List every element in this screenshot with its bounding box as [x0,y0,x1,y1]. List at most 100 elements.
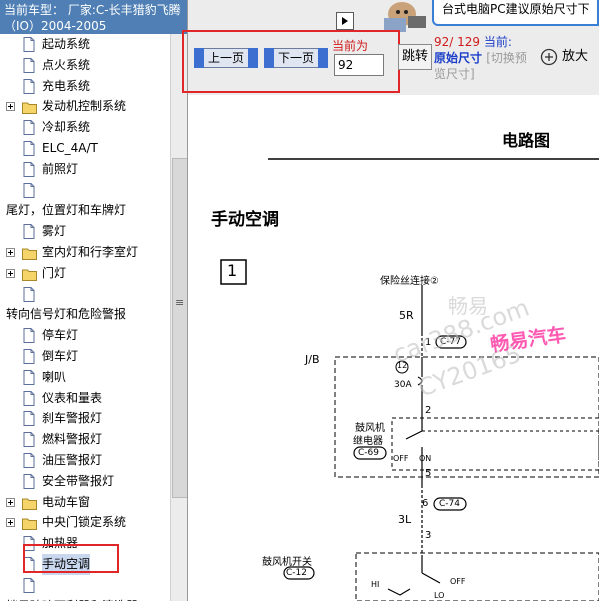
document-icon [23,37,35,52]
tree-item[interactable] [0,284,170,305]
document-icon [23,369,35,385]
switch-lo-label: LO [434,591,445,600]
tree-item-label: 电动车窗 [42,494,91,509]
jb-label: J/B [305,353,320,366]
tree-item-label: 发动机控制系统 [42,99,127,114]
mascot-image [358,0,432,34]
tree-item[interactable] [0,180,170,201]
tree-item-label: 中央门锁定系统 [42,515,127,530]
tree-item[interactable]: 发动机控制系统 [0,96,170,117]
panel-toggle-button[interactable] [336,12,354,30]
expand-icon[interactable] [6,248,15,257]
pin-3-label: 3 [425,530,432,541]
connector-c74-label: C-74 [439,499,460,509]
document-icon [23,161,35,177]
current-page-label: 当前为 [332,39,369,53]
tree-item[interactable]: 油压警报灯 [0,450,170,471]
tree-item[interactable] [0,575,170,596]
tree-item[interactable]: 中央门锁定系统 [0,512,170,533]
tree-item[interactable]: 倒车灯 [0,346,170,367]
tree-item[interactable]: 前照灯 [0,159,170,180]
tree-item[interactable]: 雾灯 [0,221,170,242]
current-prefix: 当前: [483,35,512,49]
tree-item-label: 喇叭 [42,369,67,384]
wire-3l-label: 3L [398,513,412,526]
zoom-in-button[interactable]: 放大 [534,44,599,70]
app-window: 当前车型： 厂家:C-长丰猎豹飞腾（IO）2004-2005 起动系统点火系统充… [0,0,599,601]
document-icon [23,411,35,427]
fuse-link-label: 保险丝连接② [380,276,439,287]
view-mode: 原始尺寸 [切换预览尺寸] [434,50,530,82]
switch-hi-label: HI [371,580,380,589]
page-number-input[interactable] [334,54,384,76]
zoom-in-icon [540,48,558,66]
page-count: 92/ 129 [434,35,481,49]
tree-item-label: 冷却系统 [42,120,91,135]
tree-item[interactable]: 仪表和量表 [0,388,170,409]
tree-item[interactable]: ELC_4A/T [0,138,170,159]
tree-item-label: 刹车警报灯 [42,411,103,426]
tree-item-label: 油压警报灯 [42,453,103,467]
tree-item-label: 前照灯 [42,161,79,176]
circuit-diagram-view[interactable]: 电路图 手动空调 1 保险丝连接② 5R 1 C-77 J/B 12 30A 2… [190,95,599,601]
tree-item[interactable]: 冷却系统 [0,117,170,138]
tree-item-label: 门灯 [42,265,67,280]
tree-item[interactable]: 喇叭 [0,367,170,388]
relay-off-label: OFF [393,454,409,463]
tree-item[interactable]: 门灯 [0,263,170,284]
tree-item[interactable]: 室内灯和行李室灯 [0,242,170,263]
zoom-label: 放大 [562,49,589,64]
current-car-model-header: 当前车型： 厂家:C-长丰猎豹飞腾（IO）2004-2005 [0,0,187,34]
tree-item[interactable]: 安全带警报灯 [0,471,170,492]
document-icon [23,141,35,156]
pin-5-label: 5 [425,468,432,479]
tree-item-label: 雾灯 [42,224,67,239]
relay-on-label: ON [419,454,432,463]
page-info: 92/ 129 当前: [434,34,530,50]
fuse-amp-label: 30A [394,380,412,390]
prev-page-button[interactable]: 上一页 [194,48,258,68]
box-number: 1 [227,261,238,280]
document-icon [23,473,35,489]
tree-item[interactable]: 燃料警报灯 [0,429,170,450]
document-icon [23,453,35,468]
document-icon [23,57,35,73]
system-tree[interactable]: 起动系统点火系统 充电系统发动机控制系统 冷却系统 ELC_4A/T 前照灯尾灯，位置灯… [0,34,170,601]
tree-item[interactable]: 尾灯，位置灯和车牌灯 [0,200,170,221]
tree-item[interactable]: 停车灯 [0,325,170,346]
tree-item-label: 起动系统 [42,37,91,51]
tree-item[interactable]: 充电系统 [0,76,170,97]
document-icon [23,120,35,136]
expand-icon[interactable] [6,497,15,507]
expand-icon[interactable] [6,102,15,112]
tree-item[interactable]: 起动系统 [0,34,170,55]
tree-item[interactable]: 刹车警报灯 [0,408,170,429]
document-icon [23,286,35,302]
selected-item-highlight [23,544,119,573]
tree-item-label: 挡风玻璃雨刮器和清洗器 [6,596,138,601]
folder-icon [22,267,37,281]
tree-item-label: 停车灯 [42,328,79,343]
tree-item[interactable]: 电动车窗 [0,492,170,513]
folder-icon [22,246,37,260]
tree-item[interactable]: 挡风玻璃雨刮器和清洗器 [0,596,170,601]
jump-button[interactable]: 跳转 [398,44,432,70]
tree-item[interactable]: 点火系统 [0,55,170,76]
document-icon [23,224,35,240]
expand-icon[interactable] [6,518,15,528]
section-title: 手动空调 [211,210,279,230]
next-page-button[interactable]: 下一页 [264,48,328,68]
folder-icon [22,516,37,531]
tree-scrollbar[interactable]: ≡ [170,34,187,601]
folder-icon [22,100,37,115]
document-icon [23,349,35,364]
pin-6-label: 6 [422,498,429,509]
pin-2-label: 2 [425,405,432,416]
tree-scroll-thumb[interactable] [172,158,187,498]
diagram-title: 电路图 [502,131,551,150]
tree-item-label: 燃料警报灯 [42,432,103,447]
tree-item[interactable]: 转向信号灯和危险警报 [0,304,170,325]
expand-icon[interactable] [6,268,15,278]
relay-label-2: 继电器 [353,436,383,447]
switch-label: 鼓风机开关 [262,557,312,568]
